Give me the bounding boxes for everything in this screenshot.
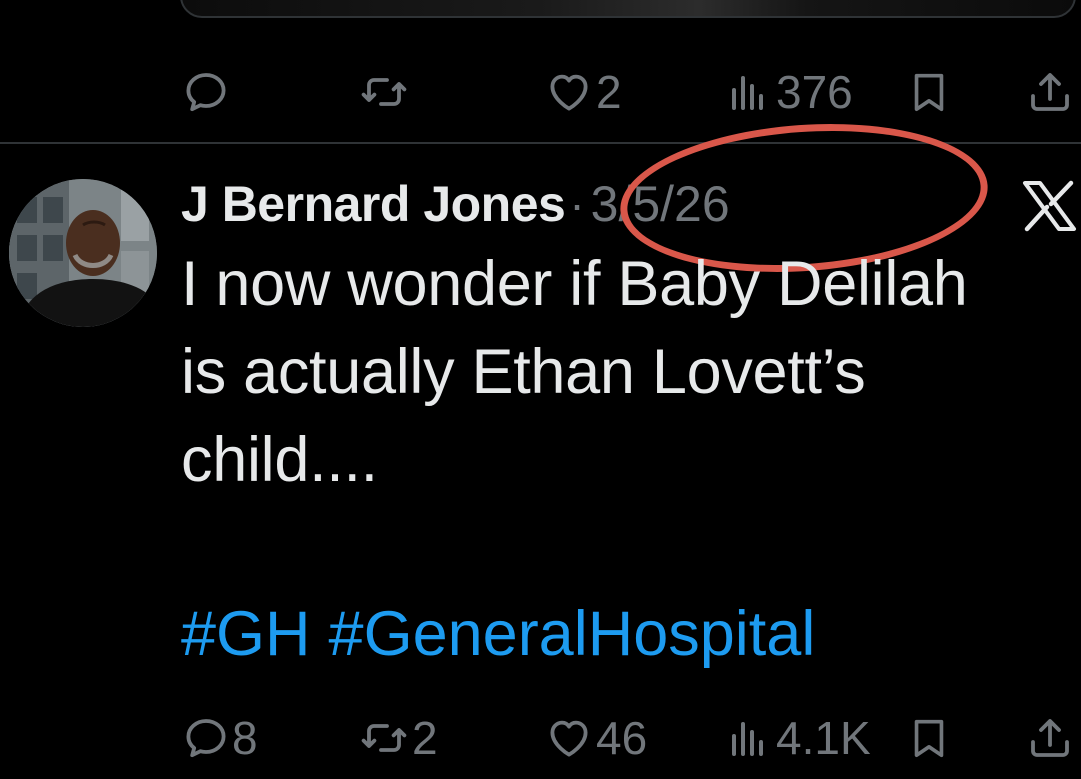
repost-button[interactable] — [358, 62, 412, 122]
views-icon — [726, 714, 774, 762]
repost-icon — [358, 68, 410, 116]
views-count: 376 — [776, 66, 853, 118]
hashtag-gh[interactable]: #GH — [181, 599, 311, 669]
previous-tweet-media[interactable] — [180, 0, 1076, 18]
share-icon — [1026, 68, 1074, 116]
reply-icon — [182, 714, 230, 762]
share-icon — [1026, 714, 1074, 762]
heart-icon — [544, 714, 594, 762]
tweet-text-line: I now wonder if Baby Delilah — [181, 249, 968, 319]
reply-button[interactable] — [182, 62, 232, 122]
reply-button[interactable]: 8 — [182, 708, 258, 768]
tweet-text-line: is actually Ethan Lovett’s — [181, 337, 866, 407]
tweet-action-bar: 8 2 46 4.1K — [0, 708, 1081, 768]
hashtags: #GH #GeneralHospital — [181, 590, 833, 678]
avatar[interactable] — [9, 179, 157, 327]
author-name[interactable]: J Bernard Jones — [181, 175, 566, 233]
views-button[interactable]: 4.1K — [726, 708, 871, 768]
x-logo-icon[interactable] — [1021, 180, 1077, 232]
tweet-text: I now wonder if Baby Delilah is actually… — [181, 240, 1071, 504]
repost-button[interactable]: 2 — [358, 708, 438, 768]
bookmark-icon — [906, 714, 952, 762]
reply-count: 8 — [232, 712, 258, 764]
tweet-text-line: child.... — [181, 425, 378, 495]
avatar-photo — [9, 179, 157, 327]
views-icon — [726, 68, 774, 116]
reply-icon — [182, 68, 230, 116]
hashtag-generalhospital[interactable]: #GeneralHospital — [329, 599, 816, 669]
bookmark-button[interactable] — [906, 708, 952, 768]
like-count: 2 — [596, 66, 622, 118]
share-button[interactable] — [1026, 62, 1074, 122]
repost-icon — [358, 714, 410, 762]
share-button[interactable] — [1026, 708, 1074, 768]
like-count: 46 — [596, 712, 648, 764]
heart-icon — [544, 68, 594, 116]
header-separator: · — [569, 178, 585, 230]
like-button[interactable]: 46 — [544, 708, 647, 768]
views-count: 4.1K — [776, 712, 871, 764]
bookmark-icon — [906, 68, 952, 116]
views-button[interactable]: 376 — [726, 62, 853, 122]
bookmark-button[interactable] — [906, 62, 952, 122]
previous-tweet-action-bar: 2 376 — [0, 62, 1081, 122]
like-button[interactable]: 2 — [544, 62, 622, 122]
repost-count: 2 — [412, 712, 438, 764]
